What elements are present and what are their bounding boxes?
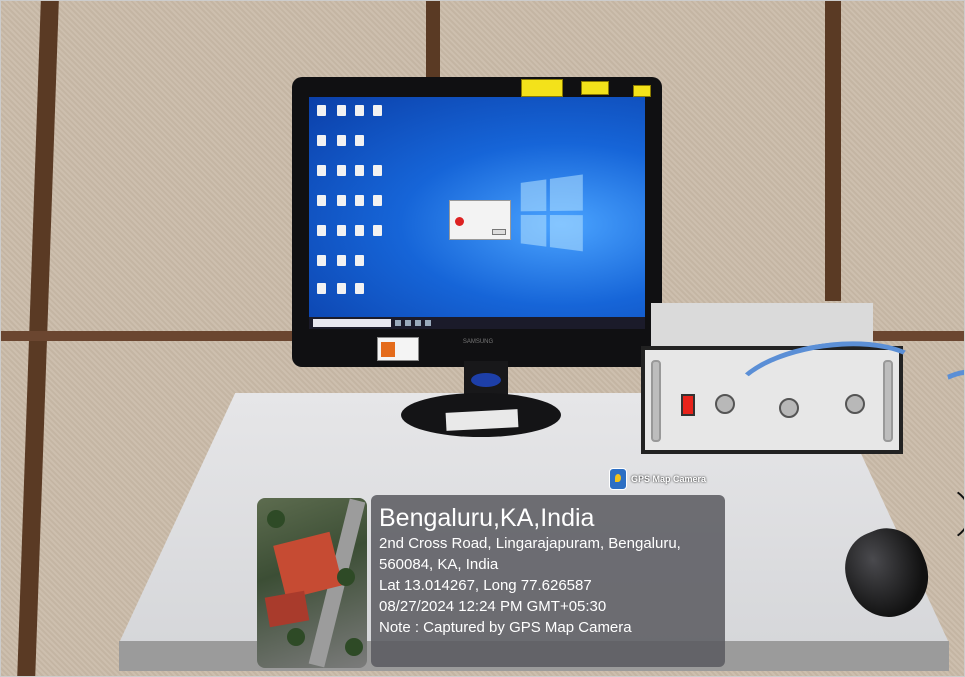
desktop-icon (373, 225, 382, 236)
desktop-icon (373, 195, 382, 206)
taskbar-icon (415, 320, 421, 326)
desktop-icon (337, 283, 346, 294)
yellow-label-sticker (581, 81, 609, 95)
location-title: Bengaluru,KA,India (379, 504, 595, 532)
desktop-icon (317, 135, 326, 146)
desktop-icon (317, 225, 326, 236)
gps-info-panel: Bengaluru,KA,India 2nd Cross Road, Linga… (371, 495, 725, 667)
address-line: 2nd Cross Road, Lingarajapuram, Bengalur… (379, 535, 681, 552)
monitor-stand-ring (471, 373, 501, 387)
asset-tag-sticker (377, 337, 419, 361)
desktop-icon (337, 165, 346, 176)
wooden-post-right (825, 1, 841, 301)
desktop-icon (355, 225, 364, 236)
yellow-label-sticker (521, 79, 563, 97)
gps-app-tag: GPS Map Camera (609, 466, 706, 492)
error-icon (455, 217, 464, 226)
desktop-icon (373, 165, 382, 176)
coordinates: Lat 13.014267, Long 77.626587 (379, 577, 592, 594)
desktop-icon (337, 225, 346, 236)
desktop-icon (337, 135, 346, 146)
desktop-icon (337, 105, 346, 116)
taskbar-icon (395, 320, 401, 326)
desktop-icon (317, 283, 326, 294)
desktop-icon (355, 165, 364, 176)
taskbar-icon (425, 320, 431, 326)
desktop-icon (355, 135, 364, 146)
dialog-ok-button (492, 229, 506, 235)
desktop-icon (355, 195, 364, 206)
windows-logo-icon (520, 174, 585, 254)
desktop-icon (355, 255, 364, 266)
taskbar-icon (405, 320, 411, 326)
power-switch (681, 394, 695, 416)
paper-label (445, 409, 519, 431)
desktop-icon (317, 255, 326, 266)
desktop-icon (317, 165, 326, 176)
capture-note: Note : Captured by GPS Map Camera (379, 619, 632, 636)
desktop-icon (317, 105, 326, 116)
monitor-brand-logo: SAMSUNG (462, 339, 494, 345)
desktop-icon (355, 105, 364, 116)
error-dialog (449, 200, 511, 240)
desktop-icon (373, 105, 382, 116)
map-pin-icon (609, 468, 627, 490)
desktop-icon (317, 195, 326, 206)
desktop-icon (337, 255, 346, 266)
timestamp: 08/27/2024 12:24 PM GMT+05:30 (379, 598, 607, 615)
photo-scene: SAMSUNG GPS Map Camera Bengaluru,KA,Indi… (0, 0, 965, 677)
satellite-map-thumbnail (257, 498, 367, 668)
gps-app-name: GPS Map Camera (631, 474, 707, 484)
address-line: 560084, KA, India (379, 556, 499, 573)
taskbar-search-box (313, 319, 391, 327)
taskbar (309, 317, 645, 329)
desktop-icon (355, 283, 364, 294)
monitor-screen (309, 97, 645, 329)
desktop-icon (337, 195, 346, 206)
yellow-label-sticker (633, 85, 651, 97)
rack-handle (651, 360, 661, 442)
